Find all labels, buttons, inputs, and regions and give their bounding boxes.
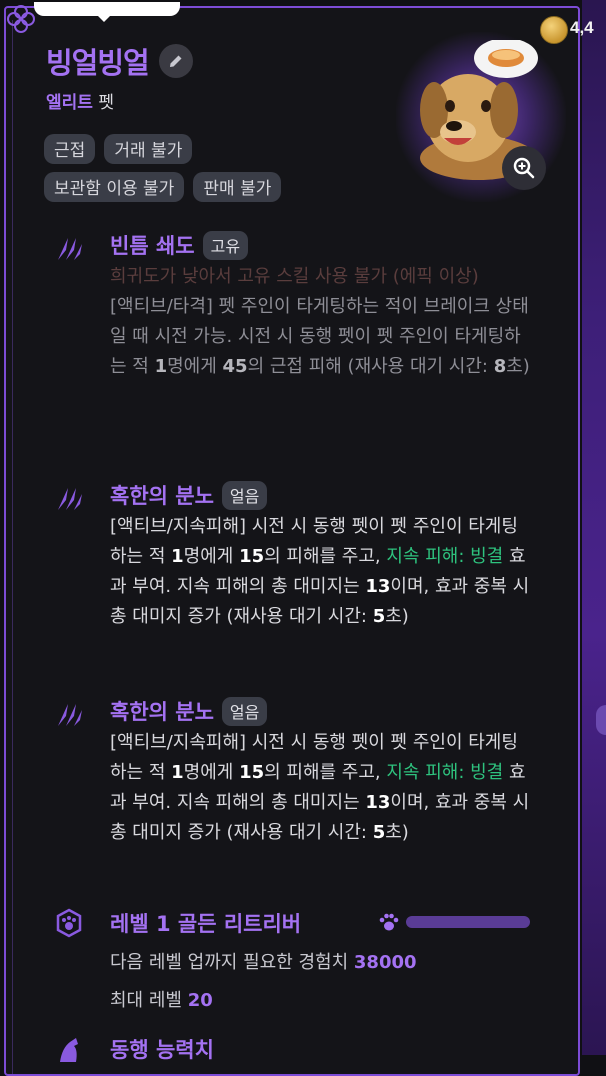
pencil-icon — [169, 55, 182, 67]
desc-text: 명에게 — [183, 762, 240, 783]
currency-amount: 4,4 — [570, 18, 594, 37]
desc-number: 13 — [365, 576, 391, 597]
claw-icon — [58, 488, 82, 510]
pet-grade: 엘리트 펫 — [46, 88, 114, 113]
pet-name: 빙얼빙얼 — [46, 46, 150, 80]
desc-text: 초) — [385, 822, 409, 843]
desc-text: 명에게 — [183, 546, 240, 567]
skill-header: 혹한의 분노 얼음 — [110, 696, 268, 726]
tooltip-pointer — [34, 2, 180, 22]
section-title: 동행 능력치 — [110, 1038, 214, 1062]
claw-icon — [58, 704, 82, 726]
desc-number: 5 — [372, 606, 386, 627]
pet-tags: 근접 거래 불가 보관함 이용 불가 판매 불가 — [44, 134, 384, 210]
desc-text: 초) — [506, 356, 530, 377]
skill-warning: 희귀도가 낮아서 고유 스킬 사용 불가 (에픽 이상) — [110, 266, 479, 287]
exp-value: 38000 — [353, 952, 417, 973]
desc-text: 의 피해를 주고, — [264, 762, 387, 783]
horse-icon — [60, 1038, 78, 1062]
max-level-label: 최대 레벨 — [110, 990, 188, 1011]
paw-badge-icon — [56, 908, 82, 938]
skill-description: [액티브/지속피해] 시전 시 동행 펫이 펫 주인이 타게팅하는 적 1명에게… — [110, 728, 530, 848]
skill-title: 혹한의 분노 — [110, 484, 214, 508]
skill-header: 빈틈 쇄도 고유 — [110, 230, 249, 260]
desc-number: 13 — [365, 792, 391, 813]
desc-text: 명에게 — [167, 356, 223, 377]
tag-melee: 근접 — [44, 134, 96, 164]
max-level: 최대 레벨 20 — [110, 986, 213, 1012]
skill-title: 혹한의 분노 — [110, 700, 214, 724]
level-progress — [378, 912, 530, 932]
zoom-button[interactable] — [502, 146, 546, 190]
skill-badge: 고유 — [202, 230, 249, 260]
desc-number: 8 — [493, 356, 507, 377]
claw-icon — [58, 238, 82, 260]
paw-icon — [379, 913, 399, 931]
desc-text: 초) — [385, 606, 409, 627]
desc-text: 의 근접 피해 (재사용 대기 시간: — [247, 356, 494, 377]
side-handle[interactable] — [596, 705, 606, 735]
edit-name-button[interactable] — [158, 44, 193, 78]
status-effect: 지속 피해: 빙결 — [386, 762, 504, 783]
exp-label: 다음 레벨 업까지 필요한 경험치 — [110, 952, 354, 973]
exp-bar — [406, 916, 530, 928]
panel-divider — [12, 20, 13, 1074]
skill-title: 빈틈 쇄도 — [110, 234, 195, 258]
skill-description: [액티브/지속피해] 시전 시 동행 펫이 펫 주인이 타게팅하는 적 1명에게… — [110, 512, 530, 632]
status-effect: 지속 피해: 빙결 — [386, 546, 504, 567]
skill-description: 희귀도가 낮아서 고유 스킬 사용 불가 (에픽 이상) [액티브/타격] 펫 … — [110, 262, 530, 382]
corner-ornament-icon — [7, 5, 35, 33]
desc-number: 1 — [154, 356, 168, 377]
zoom-in-icon — [513, 157, 535, 179]
skill-badge: 얼음 — [221, 480, 268, 510]
tag-no-trade: 거래 불가 — [104, 134, 193, 164]
desc-number: 1 — [171, 546, 184, 567]
desc-number: 15 — [239, 546, 265, 567]
skill-header: 혹한의 분노 얼음 — [110, 480, 268, 510]
desc-number: 5 — [372, 822, 386, 843]
exp-requirement: 다음 레벨 업까지 필요한 경험치 38000 — [110, 948, 417, 974]
skill-badge: 얼음 — [221, 696, 268, 726]
desc-text: 의 피해를 주고, — [264, 546, 387, 567]
desc-number: 1 — [171, 762, 184, 783]
level-title: 레벨 1 골든 리트리버 — [110, 912, 302, 936]
desc-number: 45 — [222, 356, 248, 377]
background-panel-edge — [582, 0, 606, 1055]
grade-label: 엘리트 — [46, 93, 93, 113]
max-level-value: 20 — [187, 990, 213, 1011]
tag-no-sell: 판매 불가 — [193, 172, 282, 202]
desc-number: 15 — [239, 762, 265, 783]
tag-no-storage: 보관함 이용 불가 — [44, 172, 185, 202]
pet-type-label: 펫 — [98, 93, 114, 113]
pet-name-row: 빙얼빙얼 — [46, 40, 193, 82]
